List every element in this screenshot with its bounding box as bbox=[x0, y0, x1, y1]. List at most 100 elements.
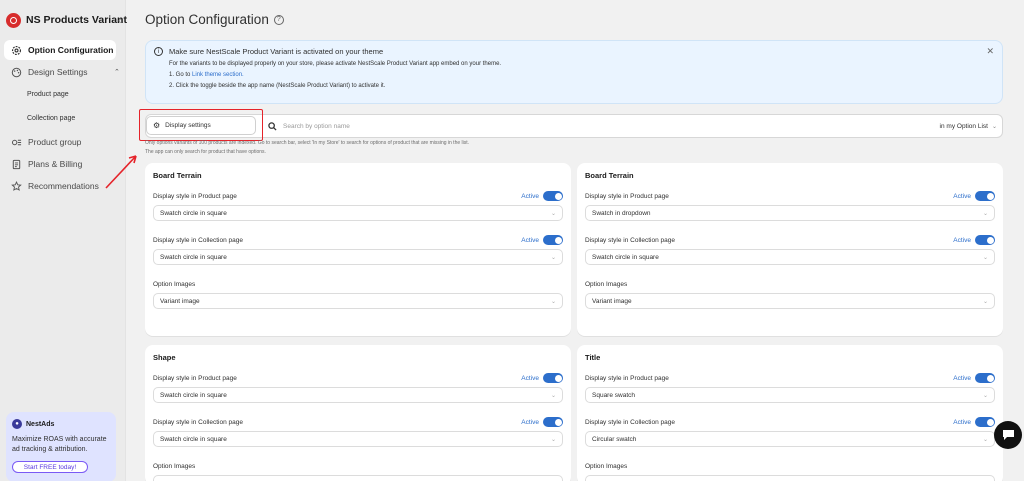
select-value: Swatch circle in square bbox=[160, 253, 227, 261]
option-images-label: Option Images bbox=[153, 280, 196, 288]
banner-title: Make sure NestScale Product Variant is a… bbox=[169, 47, 384, 56]
collection-page-toggle[interactable] bbox=[543, 235, 563, 245]
active-label: Active bbox=[953, 236, 971, 244]
option-images-select[interactable]: Variant image ⌄ bbox=[585, 293, 995, 309]
select-value: Variant image bbox=[592, 297, 632, 305]
chevron-left-icon[interactable]: ‹ bbox=[118, 15, 122, 27]
option-images-label: Option Images bbox=[585, 280, 628, 288]
app-logo-icon bbox=[6, 12, 21, 28]
option-images-select[interactable]: Variant image ⌄ bbox=[153, 293, 563, 309]
banner-step-1: 1. Go to Link theme section. bbox=[169, 72, 992, 78]
option-images-select[interactable]: ⌄ bbox=[585, 475, 995, 481]
search-placeholder: Search by option name bbox=[283, 122, 350, 130]
activation-banner: i Make sure NestScale Product Variant is… bbox=[145, 40, 1003, 104]
sidebar-item-label: Option Configuration bbox=[28, 45, 114, 55]
select-value: Swatch circle in square bbox=[160, 391, 227, 399]
chevron-down-icon: ⌄ bbox=[982, 436, 988, 443]
chevron-down-icon: ⌄ bbox=[550, 210, 556, 217]
chevron-down-icon: ⌄ bbox=[982, 254, 988, 261]
sidebar-item-label: Product group bbox=[28, 137, 82, 147]
select-value: Swatch circle in square bbox=[160, 435, 227, 443]
product-page-toggle[interactable] bbox=[975, 191, 995, 201]
close-icon[interactable]: ✕ bbox=[986, 46, 994, 57]
link-theme-section[interactable]: Link theme section. bbox=[192, 72, 244, 78]
sidebar-item-product-page[interactable]: Product page bbox=[27, 91, 69, 98]
active-label: Active bbox=[953, 418, 971, 426]
card-title: Board Terrain bbox=[153, 171, 202, 180]
option-card: Title Display style in Product page Acti… bbox=[577, 345, 1003, 481]
banner-step-2: 2. Click the toggle beside the app name … bbox=[169, 83, 386, 89]
help-icon[interactable]: ? bbox=[273, 14, 284, 25]
select-value: Circular swatch bbox=[592, 435, 637, 443]
product-page-toggle[interactable] bbox=[975, 373, 995, 383]
page-title-wrap: Option Configuration ? bbox=[145, 12, 284, 27]
app-brand: NS Products Variant bbox=[0, 0, 127, 40]
select-value: Swatch in dropdown bbox=[592, 209, 651, 217]
option-list-filter[interactable]: in my Option List ⌄ bbox=[935, 119, 1001, 133]
chevron-up-icon[interactable]: ⌃ bbox=[114, 68, 120, 76]
collection-page-toggle[interactable] bbox=[975, 235, 995, 245]
option-card: Board Terrain Display style in Product p… bbox=[577, 163, 1003, 336]
highlight-box bbox=[139, 109, 263, 141]
collection-page-style-select[interactable]: Circular swatch ⌄ bbox=[585, 431, 995, 447]
collection-page-style-select[interactable]: Swatch circle in square ⌄ bbox=[153, 249, 563, 265]
collection-page-toggle[interactable] bbox=[543, 417, 563, 427]
product-page-style-select[interactable]: Swatch circle in square ⌄ bbox=[153, 387, 563, 403]
star-icon bbox=[10, 180, 22, 192]
collection-page-label: Display style in Collection page bbox=[585, 418, 675, 426]
chevron-down-icon: ⌄ bbox=[982, 392, 988, 399]
active-label: Active bbox=[953, 192, 971, 200]
collection-page-label: Display style in Collection page bbox=[153, 418, 243, 426]
option-images-select[interactable]: ⌄ bbox=[153, 475, 563, 481]
card-title: Shape bbox=[153, 353, 176, 362]
collection-page-style-select[interactable]: Swatch circle in square ⌄ bbox=[153, 431, 563, 447]
hint-line-2: The app can only search for product that… bbox=[145, 149, 266, 155]
banner-line: For the variants to be displayed properl… bbox=[169, 61, 502, 67]
search-input[interactable]: Search by option name bbox=[268, 118, 868, 134]
chevron-down-icon: ⌄ bbox=[550, 254, 556, 261]
group-icon bbox=[10, 136, 22, 148]
product-page-style-select[interactable]: Swatch circle in square ⌄ bbox=[153, 205, 563, 221]
chevron-down-icon: ⌄ bbox=[991, 123, 997, 130]
nestads-promo: ● NestAds Maximize ROAS with accurate ad… bbox=[6, 412, 116, 481]
hint-line-1: Only options variants of 100 products ar… bbox=[145, 140, 470, 146]
palette-icon bbox=[10, 66, 22, 78]
banner-step-1-prefix: 1. Go to bbox=[169, 72, 193, 78]
collection-page-toggle[interactable] bbox=[975, 417, 995, 427]
chat-button[interactable] bbox=[994, 421, 1022, 449]
product-page-style-select[interactable]: Swatch in dropdown ⌄ bbox=[585, 205, 995, 221]
collection-page-style-select[interactable]: Swatch circle in square ⌄ bbox=[585, 249, 995, 265]
page-title: Option Configuration bbox=[145, 12, 269, 27]
filter-value: in my Option List bbox=[939, 122, 988, 130]
promo-brand: NestAds bbox=[26, 420, 55, 428]
chevron-down-icon: ⌄ bbox=[982, 298, 988, 305]
gear-icon bbox=[10, 44, 22, 56]
sidebar-item-collection-page[interactable]: Collection page bbox=[27, 115, 75, 122]
chevron-down-icon: ⌄ bbox=[550, 392, 556, 399]
select-value: Swatch circle in square bbox=[592, 253, 659, 261]
sidebar-item-option-configuration[interactable]: Option Configuration bbox=[4, 40, 116, 60]
chevron-down-icon: ⌄ bbox=[550, 298, 556, 305]
annotation-arrow bbox=[105, 155, 137, 189]
sidebar-item-design-settings[interactable]: Design Settings bbox=[4, 62, 116, 82]
sidebar-item-label: Design Settings bbox=[28, 67, 88, 77]
product-page-toggle[interactable] bbox=[543, 191, 563, 201]
card-title: Board Terrain bbox=[585, 171, 634, 180]
collection-page-label: Display style in Collection page bbox=[153, 236, 243, 244]
promo-text: Maximize ROAS with accurate ad tracking … bbox=[12, 436, 107, 453]
product-page-label: Display style in Product page bbox=[153, 192, 237, 200]
select-value: Square swatch bbox=[592, 391, 635, 399]
card-title: Title bbox=[585, 353, 601, 362]
receipt-icon bbox=[10, 158, 22, 170]
select-value: Variant image bbox=[160, 297, 200, 305]
product-page-toggle[interactable] bbox=[543, 373, 563, 383]
chevron-down-icon: ⌄ bbox=[550, 436, 556, 443]
active-label: Active bbox=[521, 236, 539, 244]
chevron-down-icon: ⌄ bbox=[982, 210, 988, 217]
sidebar-item-product-group[interactable]: Product group bbox=[4, 132, 116, 152]
nestads-logo-icon: ● bbox=[12, 419, 22, 429]
start-free-button[interactable]: Start FREE today! bbox=[12, 461, 88, 473]
product-page-style-select[interactable]: Square swatch ⌄ bbox=[585, 387, 995, 403]
product-page-label: Display style in Product page bbox=[153, 374, 237, 382]
collection-page-label: Display style in Collection page bbox=[585, 236, 675, 244]
